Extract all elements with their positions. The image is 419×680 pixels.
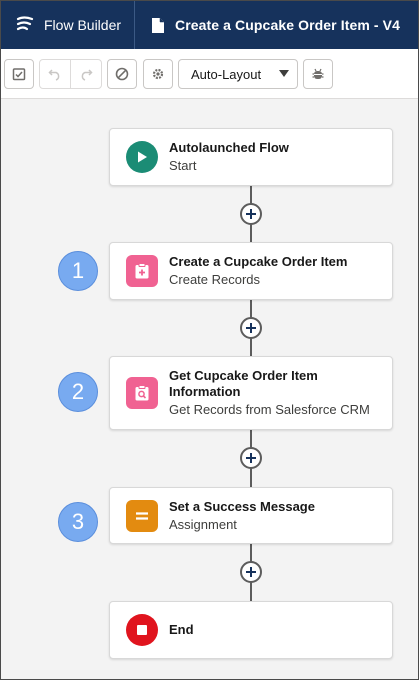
step-badge: 2 bbox=[58, 372, 98, 412]
debug-button[interactable] bbox=[303, 59, 333, 89]
get-records-icon bbox=[126, 377, 158, 409]
node-title: Autolaunched Flow bbox=[169, 140, 289, 155]
undo-button[interactable] bbox=[39, 59, 71, 89]
flow-canvas[interactable]: Autolaunched Flow Start 1 Create a Cupca… bbox=[1, 99, 418, 679]
node-title: End bbox=[169, 622, 194, 637]
plus-icon bbox=[246, 209, 256, 219]
add-element-button[interactable] bbox=[240, 317, 262, 339]
plus-icon bbox=[246, 323, 256, 333]
node-title-line2: Information bbox=[169, 384, 241, 399]
settings-button[interactable] bbox=[143, 59, 173, 89]
ban-icon bbox=[115, 67, 129, 81]
node-subtitle: Get Records from Salesforce CRM bbox=[169, 402, 370, 417]
flow-title-area: Create a Cupcake Order Item - V4 bbox=[135, 1, 400, 49]
node-title: Get Cupcake Order Item bbox=[169, 368, 318, 383]
play-icon bbox=[126, 141, 158, 173]
create-records-node[interactable]: Create a Cupcake Order Item Create Recor… bbox=[109, 242, 393, 300]
flow-title: Create a Cupcake Order Item - V4 bbox=[175, 17, 400, 33]
node-title: Create a Cupcake Order Item bbox=[169, 254, 348, 269]
step-badge: 3 bbox=[58, 502, 98, 542]
assignment-node[interactable]: Set a Success Message Assignment bbox=[109, 487, 393, 544]
node-title: Set a Success Message bbox=[169, 498, 315, 514]
undo-icon bbox=[48, 69, 60, 81]
step-badge: 1 bbox=[58, 251, 98, 291]
redo-button[interactable] bbox=[70, 59, 102, 89]
add-element-button[interactable] bbox=[240, 203, 262, 225]
node-subtitle: Start bbox=[169, 158, 197, 173]
add-element-button[interactable] bbox=[240, 447, 262, 469]
stop-icon bbox=[126, 614, 158, 646]
app-name: Flow Builder bbox=[44, 17, 122, 33]
layout-select[interactable]: Auto-Layout bbox=[178, 59, 298, 89]
chevron-down-icon bbox=[279, 70, 289, 77]
checklist-icon bbox=[12, 68, 26, 81]
plus-icon bbox=[246, 453, 256, 463]
app-launcher[interactable]: Flow Builder bbox=[1, 1, 135, 49]
assignment-icon bbox=[126, 499, 158, 532]
end-node[interactable]: End bbox=[109, 601, 393, 659]
start-node[interactable]: Autolaunched Flow Start bbox=[109, 128, 393, 186]
redo-icon bbox=[81, 69, 93, 81]
node-subtitle: Assignment bbox=[169, 516, 237, 532]
toolbar: Auto-Layout bbox=[1, 49, 418, 99]
app-header: Flow Builder Create a Cupcake Order Item… bbox=[1, 1, 418, 49]
toolbox-toggle-button[interactable] bbox=[4, 59, 34, 89]
node-subtitle: Create Records bbox=[169, 272, 261, 287]
create-record-icon bbox=[126, 255, 158, 287]
flow-builder-icon bbox=[16, 16, 34, 31]
deactivate-button[interactable] bbox=[107, 59, 137, 89]
document-icon bbox=[152, 17, 164, 33]
layout-select-value: Auto-Layout bbox=[191, 66, 262, 82]
bug-icon bbox=[312, 68, 324, 79]
plus-icon bbox=[246, 567, 256, 577]
flow-builder-window: Flow Builder Create a Cupcake Order Item… bbox=[0, 0, 419, 680]
gear-icon bbox=[152, 68, 164, 80]
get-records-node[interactable]: Get Cupcake Order Item Information Get R… bbox=[109, 356, 393, 430]
add-element-button[interactable] bbox=[240, 561, 262, 583]
